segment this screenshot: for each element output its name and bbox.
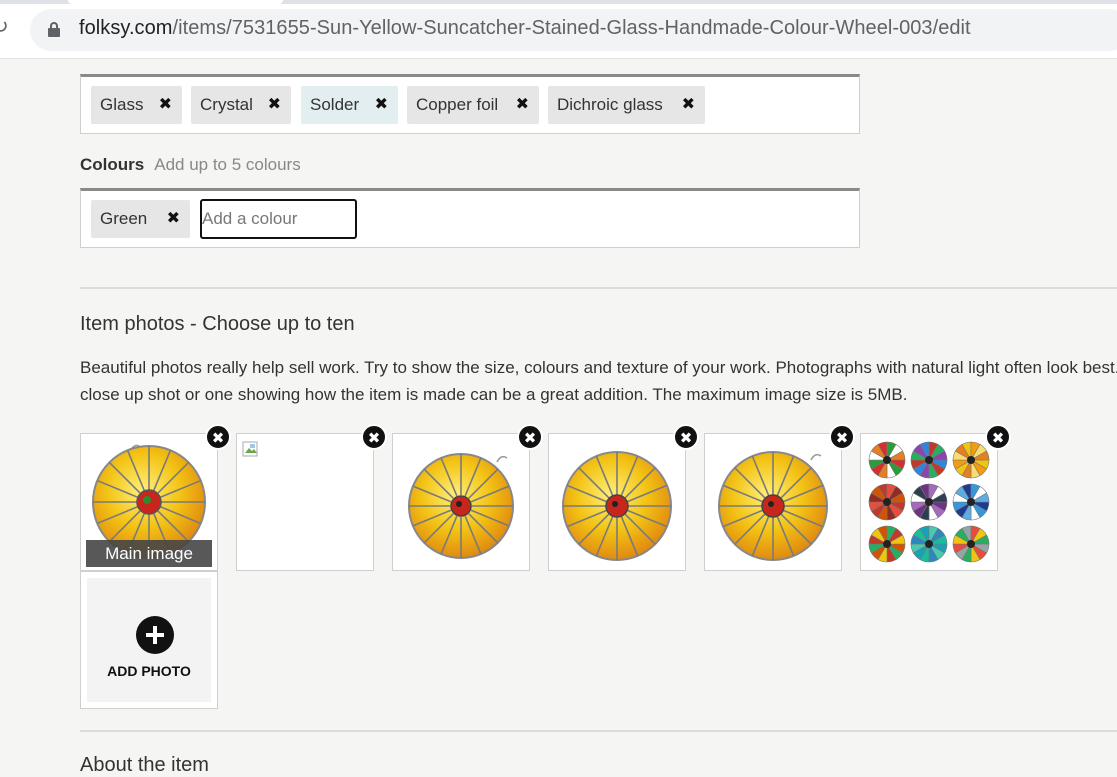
- url-text[interactable]: folksy.com/items/7531655-Sun-Yellow-Sunc…: [79, 17, 971, 40]
- photo-thumbnail[interactable]: ✖: [860, 424, 1011, 571]
- tag-label: Copper foil: [416, 95, 499, 114]
- add-colour-input[interactable]: [200, 199, 357, 239]
- photo-thumbnail[interactable]: ✖: [704, 424, 855, 571]
- url-path: /items/7531655-Sun-Yellow-Suncatcher-Sta…: [172, 17, 971, 39]
- remove-photo-icon[interactable]: ✖: [829, 424, 855, 450]
- colour-tag-green: Green ✖: [91, 200, 190, 238]
- colours-tag-box[interactable]: Green ✖: [80, 188, 860, 248]
- browser-toolbar: ↻ folksy.com/items/7531655-Sun-Yellow-Su…: [0, 0, 1117, 59]
- tag-label: Glass: [100, 95, 144, 114]
- photo-thumbnail[interactable]: ✖: [548, 424, 699, 571]
- colours-label: Colours: [80, 155, 145, 174]
- tag-label: Green: [100, 209, 148, 228]
- add-photo-area[interactable]: ADD PHOTO: [87, 578, 211, 702]
- section-divider: [80, 287, 1117, 289]
- photo-thumbnail[interactable]: ✖: [236, 424, 387, 571]
- remove-tag-icon[interactable]: ✖: [167, 200, 180, 238]
- remove-tag-icon[interactable]: ✖: [375, 86, 388, 124]
- tag-label: Dichroic glass: [557, 95, 663, 114]
- colours-hint: Add up to 5 colours: [154, 155, 301, 174]
- remove-tag-icon[interactable]: ✖: [159, 86, 172, 124]
- url-host: folksy.com: [79, 17, 173, 39]
- remove-tag-icon[interactable]: ✖: [268, 86, 281, 124]
- remove-photo-icon[interactable]: ✖: [205, 424, 231, 450]
- photo-thumbnail[interactable]: ✖: [392, 424, 543, 571]
- material-tag-copper-foil: Copper foil ✖: [407, 86, 539, 124]
- remove-tag-icon[interactable]: ✖: [682, 86, 695, 124]
- about-item-title: About the item: [80, 754, 209, 776]
- item-photos-title: Item photos - Choose up to ten: [80, 313, 355, 335]
- tab-strip: [0, 0, 1117, 4]
- add-photo-label: ADD PHOTO: [107, 663, 191, 679]
- remove-photo-icon[interactable]: ✖: [517, 424, 543, 450]
- plus-icon: [136, 616, 174, 654]
- suncatcher-photo: [711, 440, 835, 564]
- tag-label: Crystal: [200, 95, 253, 114]
- add-photo-button[interactable]: ADD PHOTO: [80, 571, 218, 709]
- remove-photo-icon[interactable]: ✖: [673, 424, 699, 450]
- suncatcher-photo: [555, 440, 679, 564]
- tag-label: Solder: [310, 95, 360, 114]
- main-image-badge: Main image: [86, 540, 212, 567]
- broken-image-icon: [242, 441, 258, 457]
- materials-tag-box[interactable]: Glass ✖ Crystal ✖ Solder ✖ Copper foil ✖…: [80, 74, 860, 134]
- item-photos-description: Beautiful photos really help sell work. …: [80, 358, 1117, 404]
- lock-icon[interactable]: [48, 22, 60, 37]
- material-tag-solder: Solder ✖: [301, 86, 398, 124]
- remove-tag-icon[interactable]: ✖: [516, 86, 529, 124]
- material-tag-glass: Glass ✖: [91, 86, 182, 124]
- section-divider: [80, 730, 1117, 732]
- colours-label-row: Colours Add up to 5 colours: [80, 155, 301, 175]
- material-tag-crystal: Crystal ✖: [191, 86, 291, 124]
- reload-icon[interactable]: ↻: [0, 16, 14, 38]
- colour-wheel-grid-photo: [867, 440, 991, 564]
- remove-photo-icon[interactable]: ✖: [361, 424, 387, 450]
- photo-thumbnail[interactable]: Main image ✖: [80, 424, 231, 571]
- material-tag-dichroic-glass: Dichroic glass ✖: [548, 86, 705, 124]
- remove-photo-icon[interactable]: ✖: [985, 424, 1011, 450]
- suncatcher-photo: [399, 440, 523, 564]
